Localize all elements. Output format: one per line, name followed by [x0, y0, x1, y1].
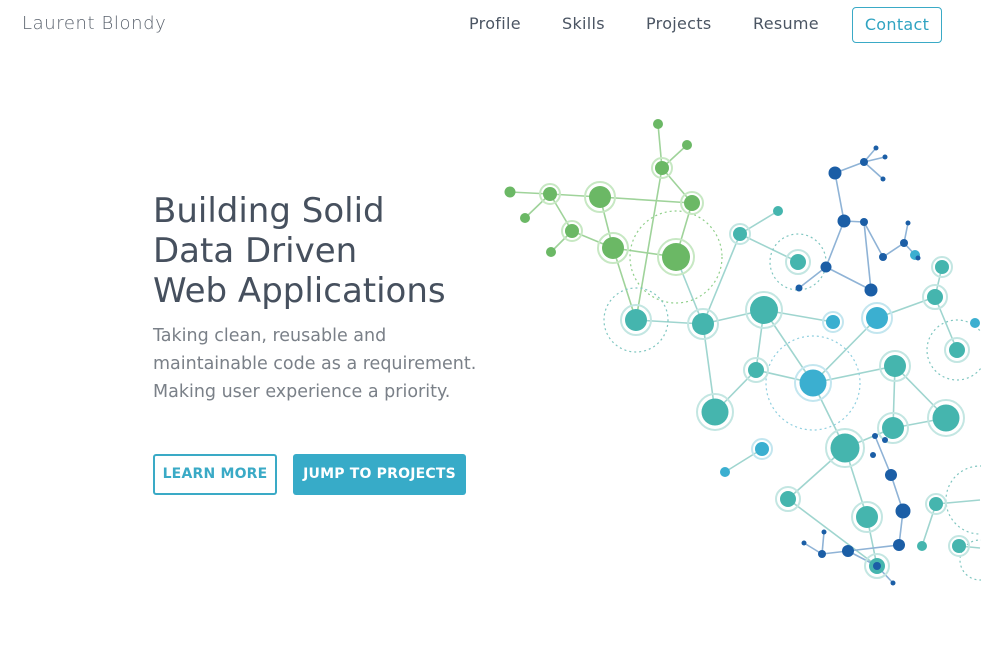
- hero-subtitle: Taking clean, reusable and maintainable …: [153, 322, 483, 406]
- nav-link-projects[interactable]: Projects: [646, 14, 711, 33]
- jump-to-projects-button[interactable]: JUMP TO PROJECTS: [293, 454, 466, 495]
- hero-title-line-1: Building Solid: [153, 191, 385, 231]
- molecular-network-graphic: [504, 119, 981, 586]
- hero-title: Building Solid Data Driven Web Applicati…: [153, 191, 493, 311]
- hero-title-line-3: Web Applications: [153, 271, 446, 311]
- contact-button[interactable]: Contact: [852, 7, 942, 43]
- nav-link-resume[interactable]: Resume: [753, 14, 819, 33]
- nav-link-profile[interactable]: Profile: [469, 14, 521, 33]
- nav-link-skills[interactable]: Skills: [562, 14, 605, 33]
- network-nodes-green: [504, 119, 700, 271]
- hero-subtitle-line-1: Taking clean, reusable and: [153, 326, 387, 346]
- hero-title-line-2: Data Driven: [153, 231, 358, 271]
- hero-subtitle-line-2: maintainable code as a requirement.: [153, 354, 477, 374]
- learn-more-button[interactable]: LEARN MORE: [153, 454, 277, 495]
- brand-logo[interactable]: Laurent Blondy: [22, 13, 166, 34]
- hero-subtitle-line-3: Making user experience a priority.: [153, 382, 451, 402]
